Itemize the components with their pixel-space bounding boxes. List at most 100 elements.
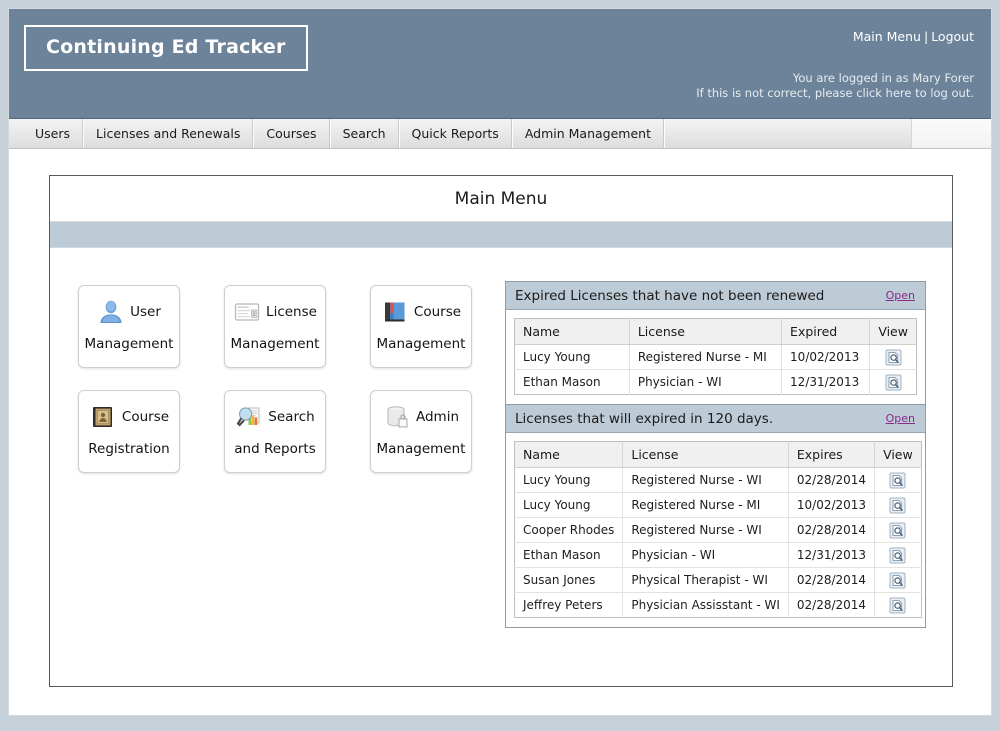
cell-license: Physical Therapist - WI <box>622 567 789 593</box>
column-header-name: Name <box>514 441 624 468</box>
cell-view <box>870 370 917 395</box>
logout-link[interactable]: Logout <box>931 29 974 44</box>
panel-expiring-licenses: Licenses that will expired in 120 days. … <box>505 405 926 628</box>
tile-label-line1: Course <box>413 304 462 320</box>
table-header-row: Name License Expires View <box>514 441 922 468</box>
cell-license: Registered Nurse - WI <box>622 467 789 493</box>
app-logo: Continuing Ed Tracker <box>24 25 308 71</box>
logged-in-as: You are logged in as Mary Forer <box>792 71 974 85</box>
cell-license: Registered Nurse - MI <box>622 492 789 518</box>
tile-label-line2: and Reports <box>234 441 316 457</box>
main-menu-card: Main Menu User Management License Manage… <box>49 175 953 687</box>
cell-date: 12/31/2013 <box>781 369 871 395</box>
license-icon <box>233 298 261 326</box>
tile-search-and-reports[interactable]: Search and Reports <box>224 390 326 473</box>
tile-admin-management[interactable]: Admin Management <box>370 390 472 473</box>
registry-icon <box>89 403 117 431</box>
cell-view <box>874 467 922 493</box>
cell-view <box>875 593 922 618</box>
panel-open-link[interactable]: Open <box>886 289 915 302</box>
tile-user-management[interactable]: User Management <box>78 285 180 368</box>
cell-name: Cooper Rhodes <box>514 517 624 543</box>
cell-date: 02/28/2014 <box>788 517 876 543</box>
view-icon[interactable] <box>889 522 906 539</box>
nav-item-licenses-and-renewals[interactable]: Licenses and Renewals <box>83 119 254 148</box>
page-content: Main Menu User Management License Manage… <box>9 149 991 715</box>
table-row: Jeffrey Peters Physician Assisstant - WI… <box>514 592 922 618</box>
view-icon[interactable] <box>889 497 906 514</box>
page-title: Main Menu <box>50 176 952 222</box>
tile-label-line2: Management <box>376 336 466 352</box>
nav-item-users[interactable]: Users <box>23 119 84 148</box>
nav-item-admin-management[interactable]: Admin Management <box>511 119 664 148</box>
expiring-licenses-table: Name License Expires View Lucy Young Reg… <box>514 441 922 618</box>
tile-license-management[interactable]: License Management <box>224 285 326 368</box>
cell-license: Physician - WI <box>622 542 789 568</box>
cell-date: 02/28/2014 <box>788 567 876 593</box>
cell-view <box>874 492 922 518</box>
nav-item-quick-reports[interactable]: Quick Reports <box>398 119 512 148</box>
app-window: Continuing Ed Tracker Main Menu | Logout Y… <box>0 0 1000 731</box>
main-navigation: Users Licenses and Renewals Courses Sear… <box>9 119 991 149</box>
view-icon[interactable] <box>889 572 906 589</box>
table-row: Cooper Rhodes Registered Nurse - WI 02/2… <box>514 517 922 543</box>
cell-name: Lucy Young <box>514 492 624 518</box>
panel-open-link[interactable]: Open <box>886 412 915 425</box>
expiring-rows: Lucy Young Registered Nurse - WI 02/28/2… <box>514 467 922 618</box>
cell-view <box>874 567 922 593</box>
tile-label-line1: Admin <box>415 409 460 425</box>
cell-view <box>869 344 917 370</box>
cell-view <box>874 517 922 543</box>
search-report-icon <box>235 403 263 431</box>
login-status: You are logged in as Mary Forer If this … <box>696 71 974 101</box>
cell-date: 10/02/2013 <box>788 492 876 518</box>
header-links: Main Menu | Logout <box>853 29 974 44</box>
panel-expired-licenses: Expired Licenses that have not been rene… <box>505 281 926 405</box>
tile-course-registration[interactable]: Course Registration <box>78 390 180 473</box>
panel-title: Expired Licenses that have not been rene… <box>515 287 825 304</box>
cell-date: 10/02/2013 <box>781 344 871 370</box>
view-icon[interactable] <box>889 597 906 614</box>
tile-top: User <box>79 296 179 328</box>
book-icon <box>381 298 409 326</box>
column-header-expired: Expired <box>781 318 871 345</box>
tile-course-management[interactable]: Course Management <box>370 285 472 368</box>
expired-licenses-table: Name License Expired View Lucy Young Reg… <box>514 318 917 395</box>
app-title: Continuing Ed Tracker <box>46 36 286 58</box>
tile-row-1: User Management License Management Cours… <box>78 285 488 368</box>
database-icon <box>383 403 411 431</box>
column-header-expires: Expires <box>788 441 876 468</box>
tile-label-line1: Course <box>121 409 170 425</box>
cell-license: Registered Nurse - MI <box>629 344 783 370</box>
cell-date: 02/28/2014 <box>788 592 876 618</box>
nav-item-search[interactable]: Search <box>329 119 399 148</box>
view-icon[interactable] <box>885 349 902 366</box>
tile-top: Search <box>225 401 325 433</box>
table-row: Ethan Mason Physician - WI 12/31/2013 <box>514 542 922 568</box>
tile-label-line2: Registration <box>88 441 170 457</box>
nav-tail <box>911 119 991 148</box>
main-menu-link[interactable]: Main Menu <box>853 29 921 44</box>
nav-item-courses[interactable]: Courses <box>253 119 330 148</box>
view-icon[interactable] <box>885 374 902 391</box>
panel-body: Name License Expired View Lucy Young Reg… <box>506 310 925 404</box>
cell-name: Jeffrey Peters <box>514 592 624 618</box>
table-row: Ethan Mason Physician - WI 12/31/2013 <box>514 369 917 395</box>
cell-license: Registered Nurse - WI <box>622 517 789 543</box>
view-icon[interactable] <box>889 472 906 489</box>
tile-label-line2: Management <box>84 336 174 352</box>
tile-label-line2: Management <box>230 336 320 352</box>
link-separator: | <box>923 29 929 44</box>
tile-top: Admin <box>371 401 471 433</box>
table-row: Lucy Young Registered Nurse - WI 02/28/2… <box>514 467 922 493</box>
column-header-name: Name <box>514 318 630 345</box>
cell-name: Lucy Young <box>514 467 624 493</box>
app-header: Continuing Ed Tracker Main Menu | Logout Y… <box>9 9 991 119</box>
view-icon[interactable] <box>889 547 906 564</box>
tile-label-line1: License <box>266 304 317 320</box>
quick-links-grid: User Management License Management Cours… <box>78 285 488 495</box>
tile-row-2: Course Registration Search and Reports A… <box>78 390 488 473</box>
column-header-view: View <box>869 318 917 345</box>
panel-body: Name License Expires View Lucy Young Reg… <box>506 433 925 627</box>
cell-name: Lucy Young <box>514 344 630 370</box>
